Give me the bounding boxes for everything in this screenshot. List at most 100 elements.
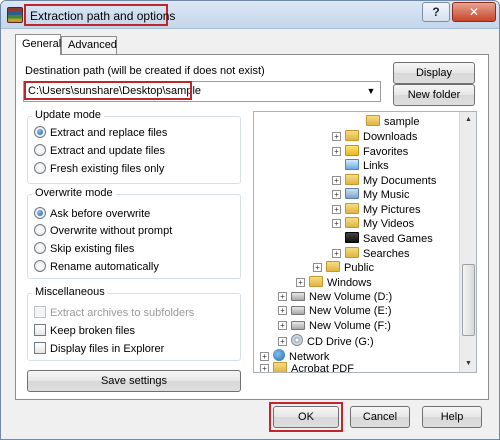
tree-item-label: New Volume (E:)	[309, 305, 392, 317]
drive-icon	[291, 292, 305, 301]
radio-extract-replace[interactable]: Extract and replace files	[34, 126, 167, 142]
dropdown-arrow-icon[interactable]: ▼	[364, 82, 378, 101]
tree-item-volume-e[interactable]: + New Volume (E:)	[278, 305, 392, 320]
music-icon	[345, 188, 359, 199]
scroll-down-icon[interactable]: ▼	[461, 356, 476, 372]
tree-item-acrobat-pdf[interactable]: + Acrobat PDF	[260, 362, 354, 373]
radio-fresh-existing[interactable]: Fresh existing files only	[34, 162, 164, 178]
expand-icon[interactable]: +	[296, 278, 305, 287]
tree-item-label: Downloads	[363, 131, 418, 143]
check-display-explorer[interactable]: Display files in Explorer	[34, 342, 164, 358]
cancel-button[interactable]: Cancel	[350, 406, 410, 428]
tree-item-volume-f[interactable]: + New Volume (F:)	[278, 320, 391, 335]
tree-vertical-scrollbar[interactable]: ▲ ▼	[459, 112, 476, 372]
tree-item-favorites[interactable]: + Favorites	[332, 145, 408, 160]
tree-item-saved-games[interactable]: Saved Games	[345, 232, 433, 247]
folder-icon	[345, 174, 359, 185]
radio-selected-icon[interactable]	[34, 126, 46, 138]
ok-button[interactable]: OK	[273, 406, 339, 428]
tree-item-label: My Documents	[363, 175, 437, 187]
expand-icon[interactable]: +	[278, 292, 287, 301]
tree-item-cd-drive[interactable]: + CD Drive (G:)	[278, 334, 374, 349]
game-controller-icon	[345, 232, 359, 243]
check-extract-subfolders: Extract archives to subfolders	[34, 306, 194, 322]
radio-skip-existing[interactable]: Skip existing files	[34, 242, 134, 258]
title-bar[interactable]: Extraction path and options ? ✕	[1, 1, 499, 29]
checkbox-label: Extract archives to subfolders	[50, 307, 195, 319]
folder-tree[interactable]: sample + Downloads + Favorites Links + My D…	[253, 111, 477, 373]
link-icon	[345, 159, 359, 170]
checkbox-icon	[34, 306, 46, 318]
tree-item-my-videos[interactable]: + My Videos	[332, 217, 414, 232]
tree-item-volume-d[interactable]: + New Volume (D:)	[278, 291, 392, 306]
expand-icon[interactable]: +	[260, 364, 269, 372]
radio-icon[interactable]	[34, 260, 46, 272]
expand-icon[interactable]: +	[278, 321, 287, 330]
update-mode-title: Update mode	[32, 109, 105, 121]
tree-item-label: Favorites	[363, 146, 409, 158]
radio-icon[interactable]	[34, 224, 46, 236]
tree-item-searches[interactable]: + Searches	[332, 247, 409, 262]
radio-rename-auto[interactable]: Rename automatically	[34, 260, 159, 276]
radio-icon[interactable]	[34, 162, 46, 174]
folder-icon	[273, 362, 287, 372]
close-button[interactable]: ✕	[452, 2, 496, 22]
tree-item-my-pictures[interactable]: + My Pictures	[332, 203, 420, 218]
expand-icon[interactable]: +	[260, 352, 269, 361]
radio-ask-before[interactable]: Ask before overwrite	[34, 207, 150, 223]
tree-item-label: CD Drive (G:)	[307, 336, 374, 348]
radio-icon[interactable]	[34, 242, 46, 254]
tab-advanced[interactable]: Advanced	[61, 36, 117, 54]
save-settings-button[interactable]: Save settings	[27, 370, 241, 392]
folder-icon	[345, 217, 359, 228]
destination-highlight-box	[24, 81, 192, 100]
miscellaneous-title: Miscellaneous	[32, 286, 108, 298]
tree-item-links[interactable]: Links	[345, 159, 389, 174]
tree-item-label: New Volume (D:)	[309, 291, 393, 303]
new-folder-button[interactable]: New folder	[393, 84, 475, 106]
scrollbar-thumb[interactable]	[462, 264, 475, 336]
expand-icon[interactable]: +	[332, 219, 341, 228]
tree-item-my-music[interactable]: + My Music	[332, 188, 409, 203]
tree-item-sample[interactable]: sample	[366, 115, 419, 130]
extraction-dialog: Extraction path and options ? ✕ General …	[0, 0, 500, 440]
display-button[interactable]: Display	[393, 62, 475, 84]
scroll-up-icon[interactable]: ▲	[461, 112, 476, 128]
checkbox-icon[interactable]	[34, 342, 46, 354]
check-keep-broken[interactable]: Keep broken files	[34, 324, 135, 340]
tree-item-my-documents[interactable]: + My Documents	[332, 174, 436, 189]
radio-label: Extract and update files	[50, 145, 165, 157]
folder-icon	[366, 115, 380, 126]
tree-item-label: Links	[363, 160, 389, 172]
expand-icon[interactable]: +	[278, 337, 287, 346]
tree-item-label: Windows	[327, 277, 372, 289]
tab-general[interactable]: General	[15, 34, 61, 55]
checkbox-icon[interactable]	[34, 324, 46, 336]
radio-overwrite-without[interactable]: Overwrite without prompt	[34, 224, 172, 240]
expand-icon[interactable]: +	[278, 306, 287, 315]
tree-item-downloads[interactable]: + Downloads	[332, 130, 417, 145]
tree-item-label: Saved Games	[363, 233, 433, 245]
tree-item-public[interactable]: + Public	[313, 261, 374, 276]
radio-label: Overwrite without prompt	[50, 225, 173, 237]
expand-icon[interactable]: +	[332, 176, 341, 185]
expand-icon[interactable]: +	[313, 263, 322, 272]
expand-icon[interactable]: +	[332, 205, 341, 214]
radio-selected-icon[interactable]	[34, 207, 46, 219]
folder-icon	[326, 261, 340, 272]
radio-label: Fresh existing files only	[50, 163, 165, 175]
expand-icon[interactable]: +	[332, 132, 341, 141]
expand-icon[interactable]: +	[332, 147, 341, 156]
expand-icon[interactable]: +	[332, 190, 341, 199]
tree-item-windows[interactable]: + Windows	[296, 276, 372, 291]
help-titlebar-button[interactable]: ?	[422, 2, 450, 22]
star-icon	[345, 145, 359, 156]
network-icon	[273, 349, 285, 361]
drive-icon	[291, 321, 305, 330]
tree-item-label: Acrobat PDF	[291, 363, 354, 373]
radio-extract-update[interactable]: Extract and update files	[34, 144, 165, 160]
radio-label: Ask before overwrite	[50, 208, 151, 220]
help-button[interactable]: Help	[422, 406, 482, 428]
radio-icon[interactable]	[34, 144, 46, 156]
expand-icon[interactable]: +	[332, 249, 341, 258]
